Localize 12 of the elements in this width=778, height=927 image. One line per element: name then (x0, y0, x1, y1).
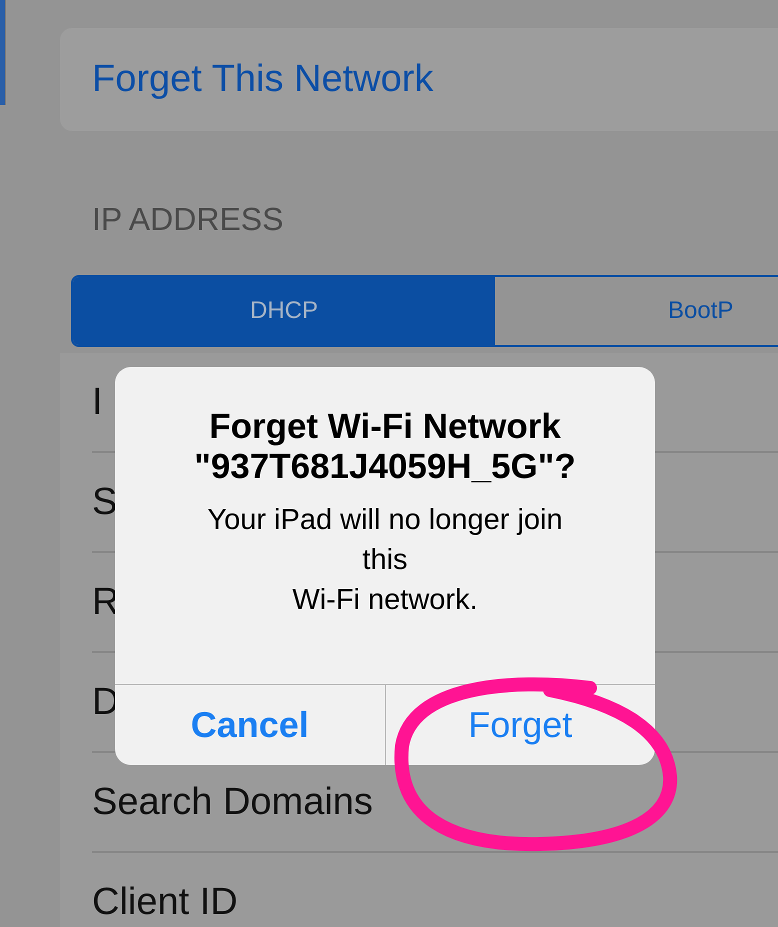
segment-tab[interactable]: BootP (495, 277, 778, 345)
row-label: S (92, 480, 118, 524)
alert-title: Forget Wi-Fi Network "937T681J4059H_5G"? (193, 407, 577, 486)
alert-message: Your iPad will no longer join this Wi-Fi network. (207, 503, 563, 618)
section-header: IP ADDRESS (92, 201, 284, 239)
row-label: Client ID (92, 880, 238, 924)
segment-tab[interactable]: DHCP (73, 277, 495, 345)
forget-network-button[interactable]: Forget This Network (60, 28, 778, 131)
row-label: I (92, 380, 103, 424)
confirm-button[interactable]: Forget (468, 704, 572, 746)
row-label: Search Domains (92, 780, 373, 824)
cancel-button[interactable]: Cancel (190, 704, 309, 746)
